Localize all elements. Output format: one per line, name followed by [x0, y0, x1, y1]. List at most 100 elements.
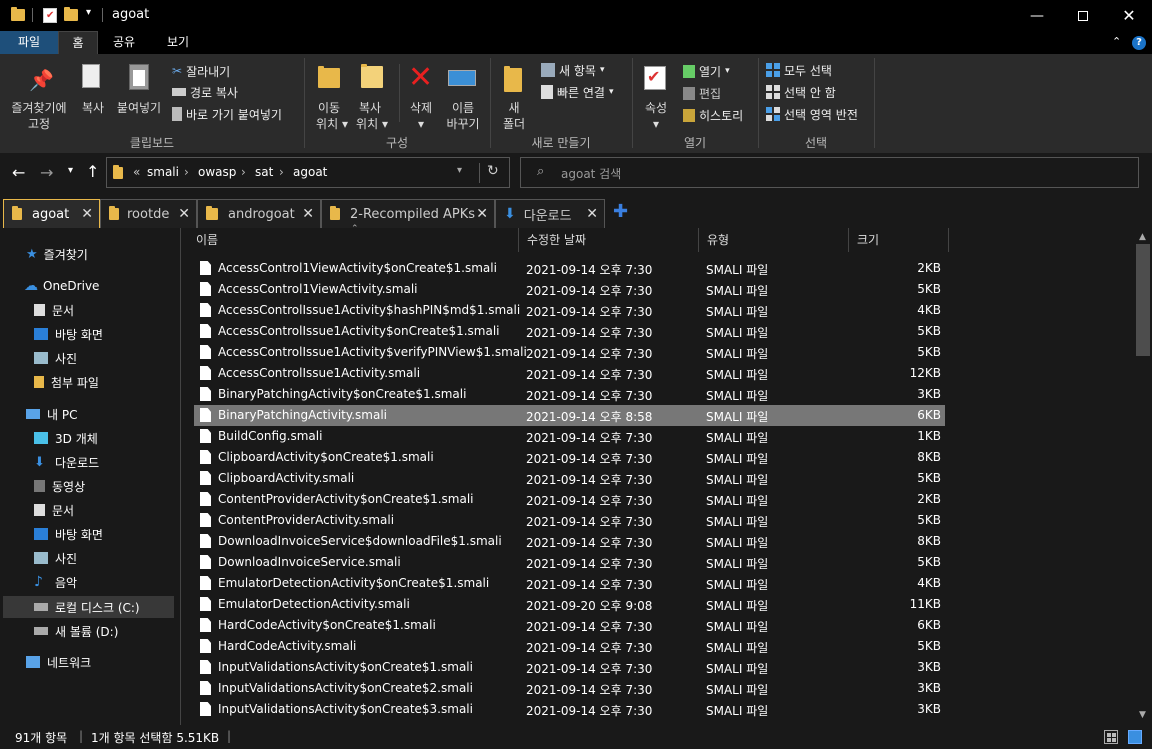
refresh-icon[interactable]: ↻ — [487, 163, 499, 179]
address-bar[interactable]: « smali › owasp › sat › agoat ▾ ↻ — [106, 157, 510, 188]
file-row[interactable]: ContentProviderActivity.smali 2021-09-14 … — [194, 510, 945, 531]
file-row[interactable]: BuildConfig.smali 2021-09-14 오후 7:30 SMALI… — [194, 426, 945, 447]
close-tab-icon[interactable]: ✕ — [302, 206, 314, 222]
new-item-button[interactable]: 새 항목 ▾ — [541, 60, 604, 80]
sidebar-item-network[interactable]: 네트워크 — [26, 651, 91, 673]
new-folder-qat-icon[interactable] — [64, 7, 78, 21]
move-to-button[interactable]: 이동 위치 ▾ — [310, 62, 348, 132]
recent-locations-dropdown[interactable]: ▾ — [68, 165, 73, 176]
invert-selection-button[interactable]: 선택 영역 반전 — [766, 104, 858, 124]
delete-dropdown-icon[interactable]: ▾ — [402, 116, 440, 132]
select-all-button[interactable]: 모두 선택 — [766, 60, 832, 80]
back-button[interactable]: ← — [12, 163, 25, 182]
sidebar-item-volume-d[interactable]: 새 볼륨 (D:) — [34, 620, 118, 642]
paste-shortcut-button[interactable]: 바로 가기 붙여넣기 — [172, 104, 282, 124]
sidebar-item-onedrive[interactable]: ☁ OneDrive — [24, 275, 99, 297]
properties-dropdown-icon[interactable]: ▾ — [638, 116, 674, 132]
large-icons-view-icon[interactable] — [1128, 730, 1142, 744]
column-header-size[interactable]: 크기 — [849, 228, 949, 252]
column-header-modified[interactable]: 수정한 날짜 — [519, 228, 699, 252]
folder-tab[interactable]: androgoat ✕ — [197, 199, 321, 228]
sidebar-item-downloads[interactable]: ⬇ 다운로드 — [34, 451, 99, 473]
tab-view[interactable]: 보기 — [156, 31, 200, 54]
paste-button[interactable]: 붙여넣기 — [112, 62, 166, 122]
scrollbar-thumb[interactable] — [1136, 244, 1150, 356]
tab-home[interactable]: 홈 — [58, 31, 98, 54]
column-header-name[interactable]: 이름 — [181, 228, 519, 252]
sidebar-item-desktop[interactable]: 바탕 화면 — [34, 323, 103, 345]
file-row[interactable]: HardCodeActivity.smali 2021-09-14 오후 7:30… — [194, 636, 945, 657]
file-row[interactable]: HardCodeActivity$onCreate$1.smali 2021-09… — [194, 615, 945, 636]
file-row[interactable]: DownloadInvoiceService.smali 2021-09-14 오… — [194, 552, 945, 573]
file-row[interactable]: InputValidationsActivity$onCreate$2.smal… — [194, 678, 945, 699]
file-row[interactable]: ContentProviderActivity$onCreate$1.smali… — [194, 489, 945, 510]
easy-access-button[interactable]: 빠른 연결 ▾ — [541, 82, 614, 102]
sidebar-item-pictures[interactable]: 사진 — [34, 347, 77, 369]
breadcrumb-sat[interactable]: sat — [255, 165, 273, 179]
sidebar-item-music[interactable]: ♪ 음악 — [34, 571, 77, 593]
copy-path-button[interactable]: 경로 복사 — [172, 82, 238, 102]
column-header-type[interactable]: 유형 — [699, 228, 849, 252]
close-window-button[interactable]: ✕ — [1106, 0, 1152, 31]
file-row[interactable]: BinaryPatchingActivity.smali 2021-09-14 오… — [194, 405, 945, 426]
close-tab-icon[interactable]: ✕ — [586, 206, 598, 222]
sidebar-item-pictures[interactable]: 사진 — [34, 547, 77, 569]
sidebar-item-3d-objects[interactable]: 3D 개체 — [34, 427, 98, 449]
search-input[interactable]: agoat 검색 — [561, 165, 621, 182]
file-row[interactable]: InputValidationsActivity$onCreate$1.smal… — [194, 657, 945, 678]
breadcrumb-agoat[interactable]: agoat — [293, 165, 327, 179]
file-row[interactable]: ClipboardActivity$onCreate$1.smali 2021-0… — [194, 447, 945, 468]
search-box[interactable]: ⌕ agoat 검색 — [520, 157, 1139, 188]
properties-button[interactable]: ✔ 속성 ▾ — [638, 62, 674, 132]
sidebar-item-documents[interactable]: 문서 — [34, 499, 74, 521]
close-tab-icon[interactable]: ✕ — [178, 206, 190, 222]
breadcrumb-owasp[interactable]: owasp — [198, 165, 236, 179]
file-row[interactable]: AccessControlIssue1Activity$verifyPINVie… — [194, 342, 945, 363]
copy-to-button[interactable]: 복사 위치 ▾ — [350, 62, 394, 132]
cut-button[interactable]: ✂ 잘라내기 — [172, 61, 230, 81]
file-row[interactable]: BinaryPatchingActivity$onCreate$1.smali 2… — [194, 384, 945, 405]
edit-button[interactable]: 편집 — [683, 83, 721, 103]
qat-dropdown-icon[interactable]: ▾ — [86, 7, 91, 18]
new-folder-button[interactable]: 새 폴더 — [496, 62, 532, 132]
open-button[interactable]: 열기 ▾ — [683, 61, 730, 81]
scroll-up-icon[interactable]: ▲ — [1139, 232, 1146, 242]
copy-button[interactable]: 복사 — [76, 62, 110, 122]
folder-tab[interactable]: rootde ✕ — [100, 199, 197, 228]
file-row[interactable]: EmulatorDetectionActivity.smali 2021-09-2… — [194, 594, 945, 615]
sidebar-item-videos[interactable]: 동영상 — [34, 475, 85, 497]
new-tab-icon[interactable]: ✚ — [613, 201, 628, 222]
address-dropdown-icon[interactable]: ▾ — [457, 165, 462, 176]
breadcrumb-overflow[interactable]: « — [133, 165, 140, 179]
help-icon[interactable]: ? — [1132, 36, 1146, 50]
sidebar-item-documents[interactable]: 문서 — [34, 299, 74, 321]
file-row[interactable]: AccessControl1ViewActivity$onCreate$1.sm… — [194, 258, 945, 279]
file-row[interactable]: AccessControlIssue1Activity$onCreate$1.s… — [194, 321, 945, 342]
sidebar-item-this-pc[interactable]: 내 PC — [26, 403, 77, 425]
forward-button[interactable]: → — [40, 163, 53, 182]
select-none-button[interactable]: 선택 안 함 — [766, 82, 836, 102]
breadcrumb-smali[interactable]: smali — [147, 165, 179, 179]
file-row[interactable]: EmulatorDetectionActivity$onCreate$1.sma… — [194, 573, 945, 594]
sidebar-item-quick-access[interactable]: ★ 즐겨찾기 — [26, 243, 88, 265]
sidebar-item-local-disk-c[interactable]: 로컬 디스크 (C:) — [34, 596, 140, 618]
collapse-ribbon-icon[interactable]: ⌃ — [1112, 35, 1121, 48]
file-row[interactable]: AccessControl1ViewActivity.smali 2021-09-… — [194, 279, 945, 300]
maximize-button[interactable] — [1060, 0, 1106, 31]
file-row[interactable]: AccessControlIssue1Activity.smali 2021-09… — [194, 363, 945, 384]
details-view-icon[interactable] — [1104, 730, 1118, 744]
folder-tab[interactable]: 2-Recompiled APKs ✕ — [321, 199, 495, 228]
pin-quick-access-button[interactable]: 📌 즐겨찾기에 고정 — [4, 62, 74, 132]
rename-button[interactable]: 이름 바꾸기 — [440, 62, 486, 132]
history-button[interactable]: 히스토리 — [683, 105, 743, 125]
minimize-button[interactable]: — — [1014, 0, 1060, 31]
file-row[interactable]: DownloadInvoiceService$downloadFile$1.sm… — [194, 531, 945, 552]
sidebar-item-desktop[interactable]: 바탕 화면 — [34, 523, 103, 545]
sidebar-item-attachments[interactable]: 첨부 파일 — [34, 371, 99, 393]
close-tab-icon[interactable]: ✕ — [476, 206, 488, 222]
properties-qat-icon[interactable]: ✔ — [43, 8, 57, 23]
file-row[interactable]: AccessControlIssue1Activity$hashPIN$md$1… — [194, 300, 945, 321]
folder-tab[interactable]: agoat ✕ — [3, 199, 100, 228]
up-button[interactable]: ↑ — [86, 162, 99, 181]
tab-file[interactable]: 파일 — [0, 31, 58, 54]
